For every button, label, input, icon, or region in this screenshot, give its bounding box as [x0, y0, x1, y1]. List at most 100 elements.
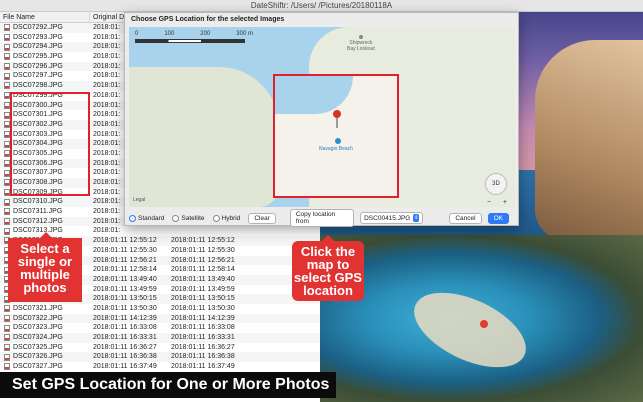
- image-file-icon: [4, 82, 10, 90]
- original-date-cell: 2018:01:11 12:58:14: [93, 266, 157, 274]
- new-date-cell: 2018:01:11 12:55:12: [171, 237, 235, 245]
- image-file-icon: [4, 34, 10, 42]
- table-row[interactable]: DSC07324.JPG 2018:01:11 16:33:31 2018:01:1…: [0, 333, 320, 343]
- radio-selected-icon: [129, 214, 136, 222]
- callout-arrow: [322, 235, 334, 241]
- original-date-cell: 2018:01:11 13:50:30: [93, 304, 157, 312]
- radio-icon: [212, 214, 220, 222]
- file-name-cell: DSC07324.JPG: [0, 333, 90, 343]
- beach-poi-icon[interactable]: [335, 138, 341, 144]
- callout-arrow: [40, 232, 52, 238]
- table-row[interactable]: DSC07327.JPG 2018:01:11 16:37:49 2018:01:1…: [0, 362, 320, 372]
- map-land: [129, 67, 279, 207]
- table-row[interactable]: DSC07323.JPG 2018:01:11 16:33:08 2018:01:1…: [0, 323, 320, 333]
- image-file-icon: [4, 218, 10, 226]
- file-name: DSC07313.JPG: [13, 227, 63, 235]
- image-file-icon: [4, 208, 10, 216]
- location-pin-icon[interactable]: [333, 110, 341, 118]
- image-file-icon: [4, 198, 10, 206]
- new-date-cell: 2018:01:11 12:56:21: [171, 256, 235, 264]
- table-row[interactable]: DSC07322.JPG 2018:01:11 14:12:39 2018:01:1…: [0, 313, 320, 324]
- file-name: DSC07327.JPG: [13, 363, 63, 371]
- new-date-cell: 2018:01:11 16:36:38: [171, 353, 235, 361]
- clear-button[interactable]: Clear: [248, 212, 276, 224]
- callout-text: Click the map to select GPS location: [294, 244, 362, 298]
- zoom-in-button[interactable]: +: [503, 199, 507, 207]
- image-file-icon: [4, 305, 10, 313]
- radio-label: Standard: [138, 214, 165, 222]
- map-water: [275, 76, 353, 114]
- radio-icon: [172, 214, 180, 222]
- zoom-out-button[interactable]: −: [487, 199, 491, 207]
- column-header-file-name[interactable]: File Name: [0, 12, 90, 22]
- scale-label: 100: [164, 31, 175, 37]
- table-row[interactable]: DSC07321.JPG 2018:01:11 13:50:30 2018:01:1…: [0, 304, 320, 314]
- sheet-controls: Standard Satellite Hybrid Clear Copy loc…: [129, 209, 515, 227]
- poi-label: Shipwreck Bay Lookout: [347, 40, 375, 52]
- callout-select-photos: Select a single or multiple photos: [8, 232, 82, 302]
- image-file-icon: [4, 63, 10, 71]
- scale-bar: [135, 39, 245, 43]
- copy-location-button[interactable]: Copy location from: [289, 209, 355, 227]
- file-name-cell: DSC07298.JPG: [0, 81, 90, 91]
- new-date-cell: 2018:01:11 16:36:27: [171, 343, 235, 351]
- new-date-cell: 2018:01:11 12:58:14: [171, 266, 235, 274]
- image-file-icon: [4, 363, 10, 371]
- scale-label: 200: [200, 31, 211, 37]
- new-date-cell: 2018:01:11 13:50:15: [171, 295, 235, 303]
- file-name-cell: DSC07323.JPG: [0, 323, 90, 333]
- cancel-button[interactable]: Cancel: [449, 212, 482, 224]
- image-file-icon: [4, 43, 10, 51]
- file-name: DSC07326.JPG: [13, 353, 63, 361]
- file-name: DSC07292.JPG: [13, 24, 63, 31]
- poi-icon: [358, 35, 363, 39]
- ok-button[interactable]: OK: [487, 212, 509, 224]
- radio-label: Hybrid: [221, 214, 241, 222]
- table-row[interactable]: DSC07325.JPG 2018:01:11 16:36:27 2018:01:1…: [0, 343, 320, 353]
- select-value: DSC00415.JPG: [364, 214, 411, 222]
- new-date-cell: 2018:01:11 13:49:59: [171, 285, 235, 293]
- map-target-area[interactable]: Navagio Beach: [273, 74, 399, 198]
- image-file-icon: [4, 227, 10, 235]
- image-file-icon: [4, 314, 10, 322]
- map-view[interactable]: 0 100 200 300 m Shipwreck Bay Lookout Na…: [129, 27, 515, 207]
- file-name-cell: DSC07326.JPG: [0, 352, 90, 362]
- new-date-cell: [168, 226, 246, 236]
- new-date-cell: 2018:01:11 13:49:40: [171, 275, 235, 283]
- radio-standard[interactable]: Standard: [129, 214, 165, 222]
- radio-satellite[interactable]: Satellite: [172, 214, 205, 222]
- original-date-cell: 2018:01:: [93, 227, 121, 235]
- file-name-cell: DSC07296.JPG: [0, 62, 90, 72]
- file-name: DSC07323.JPG: [13, 324, 63, 332]
- file-name-cell: DSC07295.JPG: [0, 52, 90, 62]
- legal-link[interactable]: Legal: [133, 197, 145, 203]
- file-name: DSC07324.JPG: [13, 334, 63, 341]
- shipwreck-lookout-poi[interactable]: Shipwreck Bay Lookout: [347, 35, 375, 52]
- new-date-cell: 2018:01:11 12:55:30: [171, 246, 235, 254]
- file-name: DSC07311.JPG: [13, 208, 63, 216]
- new-date-cell: 2018:01:11 16:33:31: [171, 334, 235, 341]
- callout-click-map: Click the map to select GPS location: [292, 235, 364, 301]
- file-name: DSC07297.JPG: [13, 72, 63, 80]
- file-name-cell: DSC07294.JPG: [0, 42, 90, 52]
- image-file-icon: [4, 53, 10, 61]
- chevron-updown-icon: ⇕: [413, 214, 420, 222]
- promo-banner: Set GPS Location for One or More Photos: [0, 372, 336, 398]
- file-name: DSC07312.JPG: [13, 217, 63, 225]
- table-row[interactable]: DSC07326.JPG 2018:01:11 16:36:38 2018:01:1…: [0, 352, 320, 363]
- original-date-cell: 2018:01:11 14:12:39: [93, 314, 157, 322]
- radio-hybrid[interactable]: Hybrid: [212, 214, 241, 222]
- file-name-cell: DSC07297.JPG: [0, 71, 90, 81]
- image-file-icon: [4, 353, 10, 361]
- file-name: DSC07322.JPG: [13, 314, 63, 322]
- file-name-cell: DSC07322.JPG: [0, 314, 90, 324]
- compass-3d-button[interactable]: 3D: [485, 173, 507, 195]
- file-name: DSC07296.JPG: [13, 62, 63, 70]
- map-scale: 0 100 200 300 m: [135, 31, 285, 51]
- new-date-cell: 2018:01:11 13:50:30: [171, 304, 235, 312]
- image-file-icon: [4, 24, 10, 32]
- callout-text: Select a single or multiple photos: [17, 241, 73, 295]
- original-date-cell: 2018:01:11 16:33:31: [93, 334, 157, 341]
- file-name-cell: DSC07293.JPG: [0, 33, 90, 43]
- copy-location-select[interactable]: DSC00415.JPG ⇕: [360, 212, 424, 224]
